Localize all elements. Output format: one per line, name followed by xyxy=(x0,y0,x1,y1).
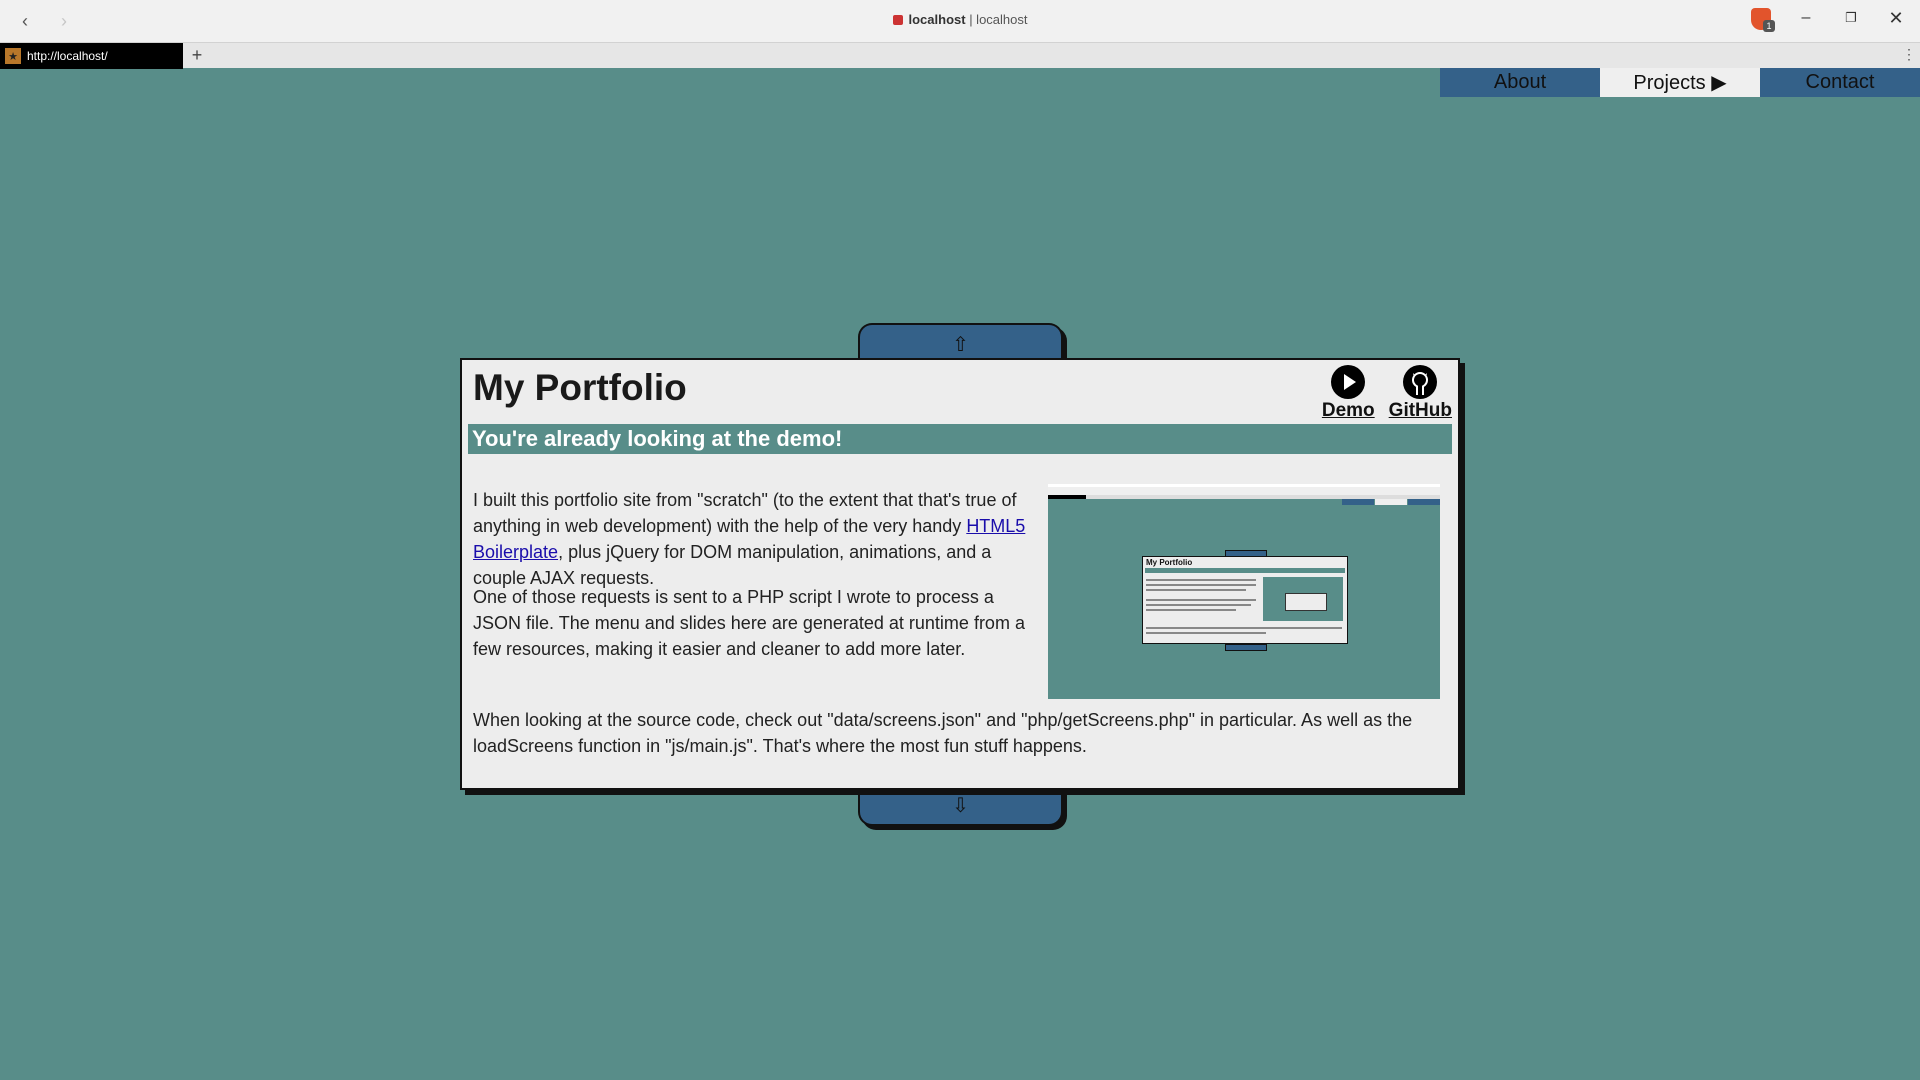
card-banner: You're already looking at the demo! xyxy=(468,424,1452,454)
source-code-paragraph: When looking at the source code, check o… xyxy=(473,710,1413,756)
previous-slide-button[interactable]: ⇧ xyxy=(858,323,1063,363)
menu-item-about[interactable]: About xyxy=(1440,68,1600,97)
demo-label: Demo xyxy=(1321,400,1375,421)
tab-menu-icon[interactable]: ⋮ xyxy=(1902,46,1916,63)
thumbnail-card: My Portfolio xyxy=(1142,556,1348,644)
card-title: My Portfolio xyxy=(473,367,687,408)
title-host-secondary: | localhost xyxy=(965,12,1028,27)
close-window-button[interactable]: ✕ xyxy=(1882,7,1910,29)
thumbnail-title: My Portfolio xyxy=(1146,558,1193,567)
window-title: localhost | localhost xyxy=(0,12,1920,27)
site-menu: About Projects ▶ Contact xyxy=(1440,68,1920,97)
insecure-lock-icon[interactable] xyxy=(892,15,903,25)
github-link[interactable]: GitHub xyxy=(1389,365,1452,422)
minimize-button[interactable]: – xyxy=(1792,7,1820,29)
github-label: GitHub xyxy=(1388,400,1452,421)
demo-link[interactable]: Demo xyxy=(1322,365,1375,422)
tab-localhost[interactable]: ★ http://localhost/ xyxy=(0,43,183,69)
title-host: localhost xyxy=(908,12,966,27)
new-tab-button[interactable]: + xyxy=(187,45,207,65)
menu-item-projects[interactable]: Projects ▶ xyxy=(1600,68,1760,97)
requests-paragraph: One of those requests is sent to a PHP s… xyxy=(473,587,1025,659)
card-links: Demo GitHub xyxy=(1308,365,1452,422)
screenshot-thumbnail: My Portfolio xyxy=(1048,484,1440,699)
github-icon xyxy=(1403,365,1438,399)
browser-titlebar: ‹ › localhost | localhost 1 – ❐ ✕ xyxy=(0,0,1920,42)
intro-text-start: I built this portfolio site from "scratc… xyxy=(473,490,1017,536)
next-slide-button[interactable]: ⇩ xyxy=(858,786,1063,826)
maximize-button[interactable]: ❐ xyxy=(1837,7,1865,29)
tab-label: http://localhost/ xyxy=(27,49,108,63)
tab-bar: ★ http://localhost/ + ⋮ xyxy=(0,42,1920,69)
intro-paragraph: I built this portfolio site from "scratc… xyxy=(473,487,1043,591)
menu-item-contact[interactable]: Contact xyxy=(1760,68,1920,97)
play-icon xyxy=(1331,365,1366,399)
favicon-icon: ★ xyxy=(5,48,21,64)
shield-count-badge: 1 xyxy=(1763,20,1775,32)
project-card: My Portfolio Demo GitHub You're already … xyxy=(460,358,1460,790)
